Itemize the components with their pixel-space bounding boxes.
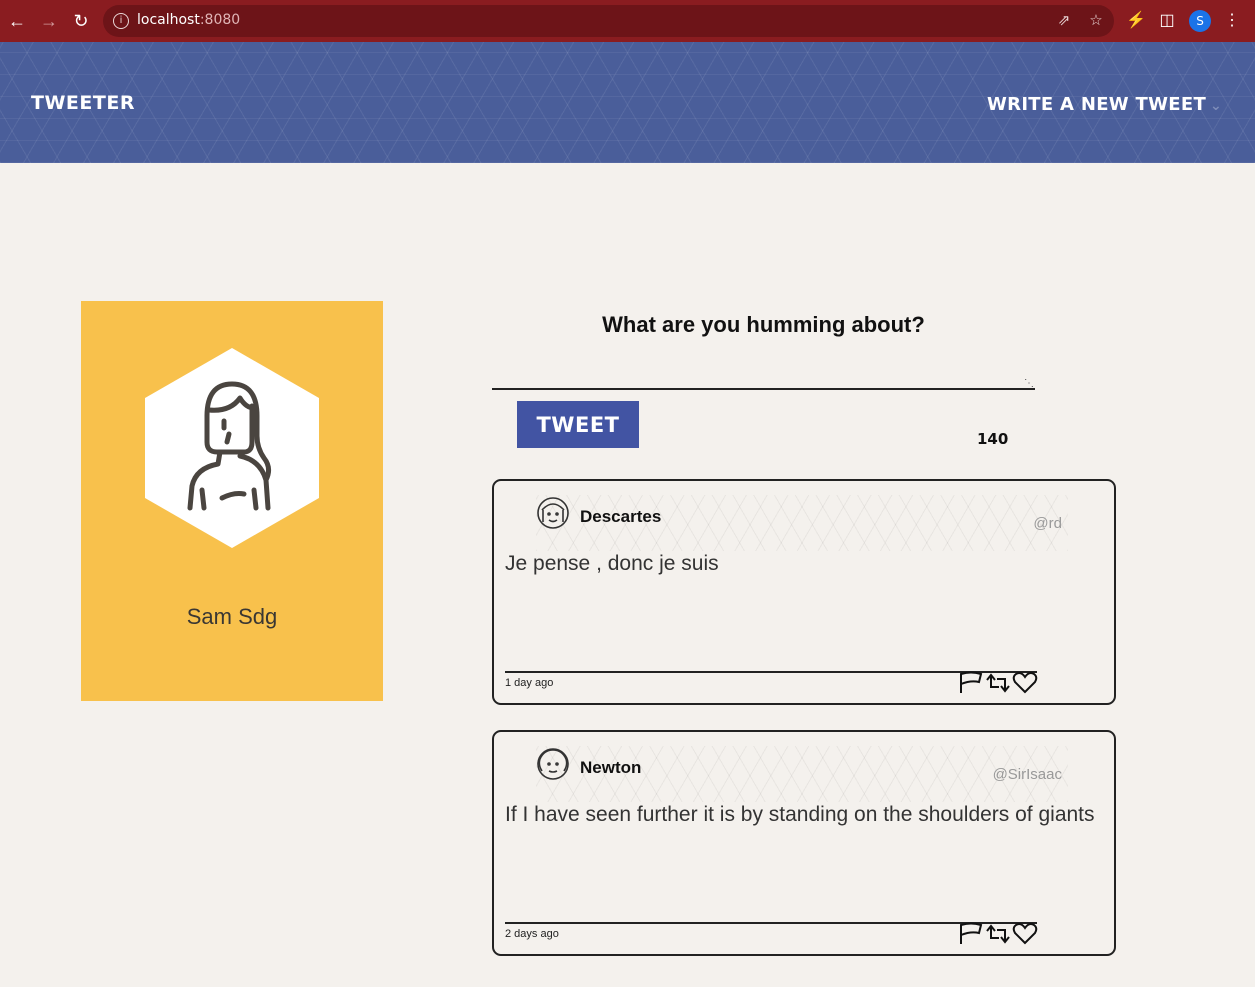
bookmark-star-icon[interactable]: ☆ <box>1085 10 1107 32</box>
brand-logo[interactable]: TWEETER <box>31 92 135 114</box>
site-info-icon[interactable]: i <box>113 13 129 29</box>
tweet-author-name: Descartes <box>580 507 662 526</box>
extension-icon[interactable]: ⚡ <box>1125 10 1147 32</box>
profile-avatar-hexagon <box>145 348 319 548</box>
menu-kebab-icon[interactable]: ⋮ <box>1221 10 1243 32</box>
url-text[interactable]: localhost:8080 <box>137 12 240 28</box>
forward-arrow-icon[interactable]: → <box>37 9 61 33</box>
tweet-card: Descartes @rd Je pense , donc je suis 1 … <box>492 479 1116 705</box>
descartes-avatar-icon <box>537 497 569 529</box>
resize-grip-icon[interactable]: ⋱ <box>1024 378 1034 389</box>
retweet-icon[interactable] <box>984 671 1012 700</box>
tweet-body: If I have seen further it is by standing… <box>505 803 1095 826</box>
flag-icon[interactable] <box>958 671 984 700</box>
tweet-author-name: Newton <box>580 758 642 777</box>
profile-card: Sam Sdg <box>81 301 383 701</box>
heart-icon[interactable] <box>1012 671 1038 700</box>
profile-avatar[interactable]: S <box>1189 10 1211 32</box>
tweet-text-input[interactable] <box>492 358 1035 390</box>
back-arrow-icon[interactable]: ← <box>5 9 29 33</box>
side-panel-icon[interactable]: ◫ <box>1156 10 1178 32</box>
tweet-card: Newton @SirIsaac If I have seen further … <box>492 730 1116 956</box>
chevron-down-icon: ⌄ <box>1210 98 1223 114</box>
write-new-tweet-link[interactable]: WRITE A NEW TWEET ⌄ <box>987 94 1222 115</box>
tweet-author-handle: @rd <box>1033 515 1062 532</box>
tweet-author-handle: @SirIsaac <box>992 766 1062 783</box>
reload-icon[interactable]: ↻ <box>69 9 93 33</box>
compose-heading: What are you humming about? <box>602 312 925 337</box>
tweet-timestamp: 2 days ago <box>505 928 559 940</box>
newton-avatar-icon <box>537 748 569 780</box>
share-icon[interactable]: ⇗ <box>1053 10 1075 32</box>
tweet-body: Je pense , donc je suis <box>505 552 719 575</box>
heart-icon[interactable] <box>1012 922 1038 951</box>
retweet-icon[interactable] <box>984 922 1012 951</box>
character-counter: 140 <box>977 430 1009 448</box>
browser-toolbar: ← → ↻ i localhost:8080 ⇗ ☆ ⚡ ◫ S ⋮ <box>0 0 1255 42</box>
user-avatar-icon <box>187 381 272 511</box>
flag-icon[interactable] <box>958 922 984 951</box>
tweet-actions <box>958 922 1038 951</box>
write-new-tweet-label: WRITE A NEW TWEET <box>987 94 1207 115</box>
profile-name: Sam Sdg <box>186 604 278 629</box>
tweet-actions <box>958 671 1038 700</box>
tweet-timestamp: 1 day ago <box>505 677 554 689</box>
address-bar[interactable]: i localhost:8080 ⇗ ☆ <box>103 5 1114 37</box>
app-header: TWEETER WRITE A NEW TWEET ⌄ <box>0 42 1255 163</box>
tweet-submit-button[interactable]: TWEET <box>517 401 639 448</box>
